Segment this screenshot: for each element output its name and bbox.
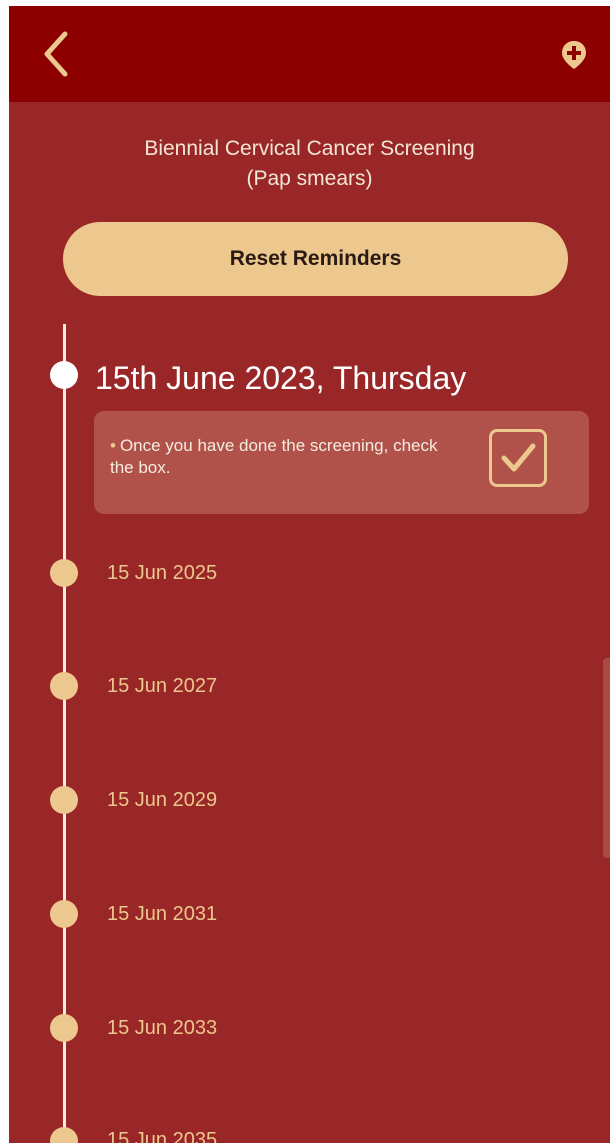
scrollbar[interactable]	[603, 658, 610, 858]
add-location-button[interactable]	[561, 40, 587, 70]
reminder-card: • Once you have done the screening, check…	[94, 411, 589, 514]
upcoming-reminder-date: 15 Jun 2031	[107, 903, 218, 925]
upcoming-reminder-date: 15 Jun 2035	[107, 1129, 218, 1143]
timeline-dot	[50, 1014, 78, 1042]
screening-title-line2: (Pap smears)	[246, 167, 373, 190]
location-add-icon	[562, 41, 586, 69]
upcoming-reminder-date: 15 Jun 2033	[107, 1017, 218, 1039]
bullet-icon: •	[110, 436, 116, 455]
upcoming-reminder-date: 15 Jun 2029	[107, 789, 218, 811]
screen: Biennial Cervical Cancer Screening (Pap …	[9, 6, 610, 1143]
timeline-dot	[50, 672, 78, 700]
chevron-left-icon	[44, 31, 68, 77]
checkmark-icon	[501, 443, 536, 472]
timeline-dot	[50, 1127, 78, 1143]
header-bar	[9, 6, 610, 102]
screening-title-line1: Biennial Cervical Cancer Screening	[144, 137, 475, 160]
current-reminder-date: 15th June 2023, Thursday	[95, 360, 467, 396]
screening-title: Biennial Cervical Cancer Screening (Pap …	[9, 134, 610, 194]
timeline-dot-current	[50, 361, 78, 389]
timeline-dot	[50, 900, 78, 928]
reset-reminders-button[interactable]: Reset Reminders	[63, 222, 568, 296]
screening-done-checkbox[interactable]	[489, 429, 547, 487]
timeline-dot	[50, 559, 78, 587]
upcoming-reminder-date: 15 Jun 2025	[107, 562, 218, 584]
back-button[interactable]	[37, 28, 77, 80]
reminder-instruction: • Once you have done the screening, check…	[110, 435, 460, 479]
reminder-instruction-text: Once you have done the screening, check …	[110, 436, 438, 477]
timeline-dot	[50, 786, 78, 814]
upcoming-reminder-date: 15 Jun 2027	[107, 675, 218, 697]
